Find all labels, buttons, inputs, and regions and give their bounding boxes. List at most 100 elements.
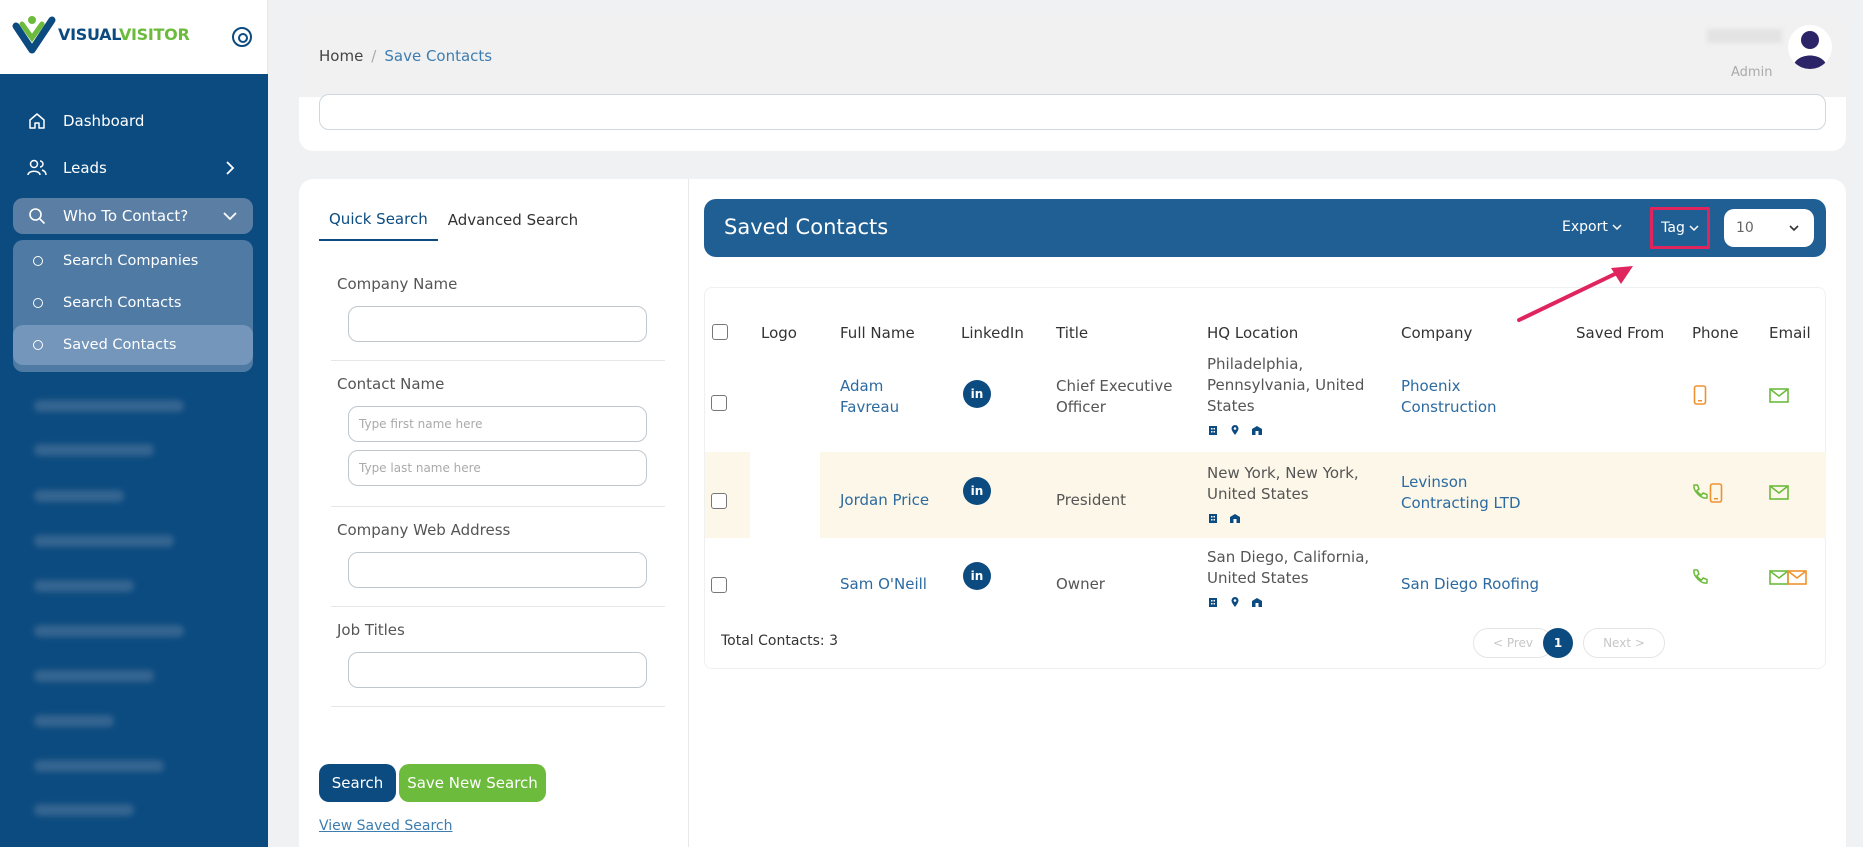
contact-name-label: Contact Name [337,375,445,393]
tag-button[interactable]: Tag [1650,207,1710,249]
sidebar-item-leads[interactable]: Leads [13,151,253,185]
sidebar-item-dashboard[interactable]: Dashboard [13,104,253,138]
linkedin-icon[interactable]: in [963,477,991,505]
map-pin-icon[interactable] [1229,424,1241,436]
title-cell: Owner [1056,574,1105,595]
sidebar-item-who-to-contact[interactable]: Who To Contact? [13,199,253,233]
brand-logo[interactable]: VISUALVISITOR [12,12,190,56]
linkedin-icon[interactable]: in [963,562,991,590]
next-page-button[interactable]: Next > [1583,628,1665,658]
column-header-phone[interactable]: Phone [1692,324,1738,342]
mobile-phone-icon[interactable] [1693,385,1707,405]
hq-location-cell: New York, New York, United States [1207,463,1359,505]
divider [331,506,665,507]
column-header-linkedin[interactable]: LinkedIn [961,324,1024,342]
company-web-input[interactable] [348,552,647,588]
sidebar-toggle-icon[interactable] [232,27,252,47]
search-button[interactable]: Search [319,764,396,802]
company-cell[interactable]: Levinson Contracting LTD [1401,472,1521,514]
company-line: San Diego Roofing [1401,575,1539,593]
last-name-input[interactable]: Type last name here [348,450,647,486]
prev-page-button[interactable]: < Prev [1473,628,1553,658]
blurred-menu-items [26,392,236,827]
annotation-arrow-icon [1517,266,1633,322]
chevron-down-icon [1612,224,1622,231]
tab-advanced-search[interactable]: Advanced Search [438,199,588,241]
company-name-input[interactable] [348,306,647,342]
company-cell[interactable]: San Diego Roofing [1401,574,1539,595]
total-contacts: Total Contacts: 3 [721,633,838,649]
chevron-down-icon [223,212,237,221]
tag-label: Tag [1661,220,1685,236]
search-icon [27,206,47,226]
sidebar-subitem-saved-contacts[interactable]: Saved Contacts [13,325,253,365]
export-button[interactable]: Export [1562,219,1622,235]
email-icon[interactable] [1769,388,1789,403]
full-name-cell[interactable]: Sam O'Neill [840,574,927,595]
save-new-search-button[interactable]: Save New Search [399,764,546,802]
full-name-cell[interactable]: Adam Favreau [840,376,899,418]
office-icon[interactable] [1251,596,1263,608]
map-pin-icon[interactable] [1229,596,1241,608]
breadcrumb-home[interactable]: Home [319,47,363,65]
blurred-line [34,760,164,772]
hq-location-cell: San Diego, California, United States [1207,547,1369,589]
full-name-line: Jordan Price [840,491,930,509]
page-number-button[interactable]: 1 [1543,628,1573,658]
view-saved-search-link[interactable]: View Saved Search [319,818,452,834]
home-icon [27,111,47,131]
linkedin-icon[interactable]: in [963,380,991,408]
sidebar-item-label: Leads [63,159,107,177]
building-icon[interactable] [1207,424,1219,436]
column-header-logo[interactable]: Logo [761,324,797,342]
mobile-phone-icon[interactable] [1709,483,1723,503]
hq-line: New York, New York, [1207,464,1359,482]
building-icon[interactable] [1207,512,1219,524]
hq-line: States [1207,397,1255,415]
full-name-cell[interactable]: Jordan Price [840,490,929,511]
avatar[interactable] [1788,25,1832,69]
blurred-line [34,535,174,547]
column-header-company[interactable]: Company [1401,324,1472,342]
title-line: President [1056,491,1126,509]
sidebar-subitem-search-contacts[interactable]: Search Contacts [13,283,253,323]
company-line: Phoenix [1401,377,1461,395]
full-name-line: Adam [840,377,884,395]
chevron-down-icon [1689,225,1699,232]
per-page-select[interactable]: 10 [1724,209,1814,247]
hq-location-cell: Philadelphia, Pennsylvania, United State… [1207,354,1364,417]
sidebar-subitem-search-companies[interactable]: Search Companies [13,241,253,281]
column-header-full-name[interactable]: Full Name [840,324,915,342]
row-checkbox[interactable] [711,577,727,593]
sidebar-header: VISUALVISITOR [0,0,268,74]
tab-quick-search[interactable]: Quick Search [319,199,438,241]
column-header-hq-location[interactable]: HQ Location [1207,324,1298,342]
column-header-title[interactable]: Title [1056,324,1088,342]
phone-icon[interactable] [1691,483,1709,501]
search-panel: Quick Search Advanced Search Company Nam… [299,179,689,847]
row-checkbox[interactable] [711,493,727,509]
email-alt-icon[interactable] [1787,570,1807,585]
logo-mark-icon [12,16,56,54]
phone-icon[interactable] [1691,568,1709,586]
contacts-table: Logo Full Name LinkedIn Title HQ Locatio… [704,287,1826,669]
email-icon[interactable] [1769,485,1789,500]
building-icon[interactable] [1207,596,1219,608]
blurred-line [34,444,154,456]
sidebar-subitem-label: Search Contacts [63,295,182,311]
company-line: Construction [1401,398,1497,416]
office-icon[interactable] [1229,512,1241,524]
blurred-line [34,490,124,502]
job-titles-input[interactable] [348,652,647,688]
office-icon[interactable] [1251,424,1263,436]
divider [331,706,665,707]
select-all-checkbox[interactable] [712,324,728,340]
column-header-email[interactable]: Email [1769,324,1811,342]
company-cell[interactable]: Phoenix Construction [1401,376,1497,418]
first-name-input[interactable]: Type first name here [348,406,647,442]
blurred-line [34,715,114,727]
breadcrumb-current: Save Contacts [384,47,493,65]
global-search-input[interactable] [319,94,1826,130]
email-icon[interactable] [1769,570,1789,585]
row-checkbox[interactable] [711,395,727,411]
